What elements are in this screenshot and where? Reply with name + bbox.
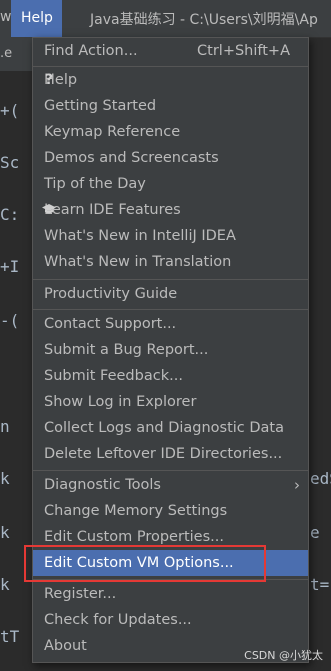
menu-item-submit-feedback[interactable]: Submit Feedback...	[33, 363, 308, 389]
menu-item-whats-new-translation[interactable]: What's New in Translation	[33, 249, 308, 275]
menu-item-edit-custom-vm-options[interactable]: Edit Custom VM Options...	[33, 550, 308, 576]
code-fragment: k	[0, 469, 10, 488]
menu-item-help[interactable]: ? Help	[33, 67, 308, 93]
code-fragment: -(	[0, 311, 20, 330]
menu-item-label: Check for Updates...	[44, 612, 192, 628]
menu-bar: w Help Java基础练习 - C:\Users\刘明福\Ap	[0, 0, 331, 38]
code-fragment: t=	[310, 575, 330, 594]
menu-item-change-memory[interactable]: Change Memory Settings	[33, 498, 308, 524]
editor-tab-fragment[interactable]: .e	[0, 46, 12, 61]
menu-item-learn-ide[interactable]: Learn IDE Features	[33, 197, 308, 223]
menu-item-label: Tip of the Day	[44, 176, 146, 192]
menu-item-label: Learn IDE Features	[44, 202, 181, 218]
code-fragment: tT	[0, 627, 20, 646]
question-mark-icon: ?	[44, 72, 54, 88]
shortcut-label: Ctrl+Shift+A	[197, 43, 290, 59]
menu-item-edit-custom-properties[interactable]: Edit Custom Properties...	[33, 524, 308, 550]
menu-item-label: Show Log in Explorer	[44, 394, 197, 410]
menu-item-label: Collect Logs and Diagnostic Data	[44, 420, 285, 436]
code-fragment: k	[0, 575, 10, 594]
graduation-cap-icon	[42, 198, 56, 224]
menu-item-label: Change Memory Settings	[44, 503, 228, 519]
menu-item-label: Submit a Bug Report...	[44, 342, 209, 358]
code-fragment: C:	[0, 205, 20, 224]
menu-item-label: Getting Started	[44, 98, 157, 114]
menu-item-check-updates[interactable]: Check for Updates...	[33, 607, 308, 633]
menu-item-register[interactable]: Register...	[33, 581, 308, 607]
code-fragment: n	[0, 417, 10, 436]
menu-item-tip-of-day[interactable]: Tip of the Day	[33, 171, 308, 197]
window-title: Java基础练习 - C:\Users\刘明福\Ap	[90, 12, 318, 28]
code-fragment: +(	[0, 101, 20, 120]
menu-item-diagnostic-tools[interactable]: Diagnostic Tools ›	[33, 472, 308, 498]
code-fragment: k	[0, 523, 10, 542]
code-fragment: Sc	[0, 153, 20, 172]
code-fragment: edS	[310, 469, 331, 488]
menu-item-label: Delete Leftover IDE Directories...	[44, 446, 283, 462]
menu-item-contact-support[interactable]: Contact Support...	[33, 311, 308, 337]
menu-item-label: Edit Custom Properties...	[44, 529, 224, 545]
menu-item-keymap-reference[interactable]: Keymap Reference	[33, 119, 308, 145]
menu-item-label: Contact Support...	[44, 316, 177, 332]
menu-item-collect-logs[interactable]: Collect Logs and Diagnostic Data	[33, 415, 308, 441]
menu-item-label: Find Action...	[44, 43, 138, 59]
help-dropdown-menu: Find Action... Ctrl+Shift+A ? Help Getti…	[32, 37, 309, 663]
menu-item-productivity-guide[interactable]: Productivity Guide	[33, 281, 308, 307]
menu-separator	[33, 470, 308, 471]
menu-separator	[33, 579, 308, 580]
menu-item-submit-bug[interactable]: Submit a Bug Report...	[33, 337, 308, 363]
menu-item-find-action[interactable]: Find Action... Ctrl+Shift+A	[33, 38, 308, 64]
menu-item-label: About	[44, 638, 87, 654]
menu-item-label: What's New in Translation	[44, 254, 232, 270]
menu-item-label: Demos and Screencasts	[44, 150, 219, 166]
menu-item-label: Register...	[44, 586, 117, 602]
menu-item-demos[interactable]: Demos and Screencasts	[33, 145, 308, 171]
menu-item-whats-new-idea[interactable]: What's New in IntelliJ IDEA	[33, 223, 308, 249]
code-fragment: e	[310, 523, 320, 542]
chevron-right-icon: ›	[294, 476, 300, 494]
menu-help[interactable]: Help	[11, 0, 62, 37]
menu-view-fragment[interactable]: w	[0, 9, 11, 25]
menu-item-label: Keymap Reference	[44, 124, 181, 140]
menu-item-label: Submit Feedback...	[44, 368, 183, 384]
menu-separator	[33, 279, 308, 280]
menu-item-getting-started[interactable]: Getting Started	[33, 93, 308, 119]
menu-item-label: Diagnostic Tools	[44, 477, 161, 493]
menu-item-show-log[interactable]: Show Log in Explorer	[33, 389, 308, 415]
menu-item-label: Productivity Guide	[44, 286, 178, 302]
menu-item-label: What's New in IntelliJ IDEA	[44, 228, 236, 244]
menu-separator	[33, 309, 308, 310]
code-fragment: +I	[0, 257, 20, 276]
watermark: CSDN @小犹太	[244, 649, 323, 662]
menu-item-delete-leftover[interactable]: Delete Leftover IDE Directories...	[33, 441, 308, 467]
menu-item-label: Edit Custom VM Options...	[44, 555, 234, 571]
